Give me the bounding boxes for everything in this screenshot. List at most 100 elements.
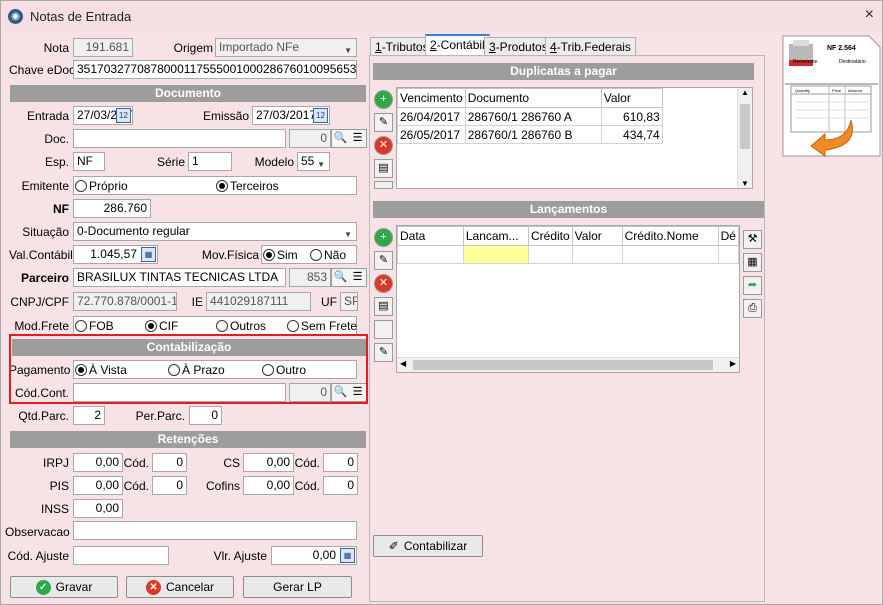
parceiro-field[interactable]: BRASILUX TINTAS TECNICAS LTDA bbox=[73, 268, 286, 287]
calculator-icon[interactable]: ▦ bbox=[340, 548, 355, 563]
nf-field[interactable]: 286.760 bbox=[73, 199, 151, 218]
gravar-button[interactable]: ✓ Gravar bbox=[10, 576, 118, 598]
calculator-icon[interactable]: ▦ bbox=[141, 247, 156, 262]
chave-edoc-field[interactable]: 3517032770878000117555001000286760100956… bbox=[73, 60, 357, 79]
col-documento[interactable]: Documento bbox=[464, 88, 602, 108]
edit-icon[interactable]: ✎ bbox=[374, 251, 393, 270]
cell[interactable] bbox=[527, 245, 573, 264]
horizontal-scrollbar[interactable]: ◀ ▶ bbox=[397, 357, 739, 372]
calendar-icon[interactable]: 12 bbox=[116, 108, 131, 123]
parceiro-search-button[interactable]: 🔍 ☰ bbox=[331, 268, 367, 287]
print-icon[interactable]: ⎙ bbox=[743, 299, 762, 318]
col-valor[interactable]: Valor bbox=[571, 226, 623, 246]
note-icon[interactable]: ✎ bbox=[374, 343, 393, 362]
form-icon[interactable] bbox=[374, 181, 393, 189]
close-icon[interactable]: × bbox=[865, 6, 874, 24]
modelo-value: 55 bbox=[301, 154, 315, 168]
blank-button[interactable] bbox=[374, 320, 393, 339]
ie-field[interactable]: 441029187111 bbox=[206, 292, 311, 311]
frete-cif-radio[interactable]: CIF bbox=[145, 319, 178, 333]
modelo-select[interactable]: 55 ▼ bbox=[297, 152, 330, 171]
table-row[interactable]: 26/05/2017 286760/1 286760 B 434,74 bbox=[397, 125, 663, 144]
frete-semfrete-radio[interactable]: Sem Frete bbox=[287, 319, 357, 333]
table-row[interactable]: 26/04/2017 286760/1 286760 A 610,83 bbox=[397, 107, 663, 126]
cs-cod-field[interactable]: 0 bbox=[323, 453, 358, 472]
modelo-label: Modelo bbox=[254, 155, 294, 169]
irpj-field[interactable]: 0,00 bbox=[73, 453, 123, 472]
cell[interactable] bbox=[397, 245, 464, 264]
scroll-up-icon[interactable]: ▲ bbox=[738, 88, 752, 97]
doc-field[interactable] bbox=[73, 129, 286, 148]
cell[interactable] bbox=[621, 245, 719, 264]
scroll-down-icon[interactable]: ▼ bbox=[738, 179, 752, 188]
serie-field[interactable]: 1 bbox=[188, 152, 232, 171]
chevron-down-icon: ▼ bbox=[344, 230, 352, 239]
tab-trib-federais[interactable]: 4-Trib.Federais bbox=[545, 37, 636, 56]
contabilizar-button[interactable]: ✐ Contabilizar bbox=[373, 535, 483, 557]
cofins-field[interactable]: 0,00 bbox=[243, 476, 294, 495]
uf-field[interactable]: SP bbox=[340, 292, 358, 311]
origem-select[interactable]: Importado NFe ▼ bbox=[215, 38, 357, 57]
emitente-proprio-radio[interactable]: Próprio bbox=[75, 179, 128, 193]
radio-label: Próprio bbox=[89, 179, 128, 193]
doc-search-button[interactable]: 🔍 ☰ bbox=[331, 129, 367, 148]
table-icon[interactable]: ▦ bbox=[743, 253, 762, 272]
grid-header-row: Vencimento Documento Valor bbox=[397, 88, 663, 108]
col-credito[interactable]: Crédito bbox=[527, 226, 573, 246]
gerar-lp-button[interactable]: Gerar LP bbox=[243, 576, 352, 598]
col-valor[interactable]: Valor bbox=[600, 88, 663, 108]
col-vencimento[interactable]: Vencimento bbox=[397, 88, 466, 108]
cell[interactable] bbox=[462, 245, 529, 264]
table-row[interactable] bbox=[397, 245, 739, 264]
perparc-field[interactable]: 0 bbox=[189, 406, 222, 425]
codajuste-field[interactable] bbox=[73, 546, 169, 565]
pis-field[interactable]: 0,00 bbox=[73, 476, 123, 495]
observacao-field[interactable] bbox=[73, 521, 357, 540]
esp-field[interactable]: NF bbox=[73, 152, 105, 171]
col-credito-nome[interactable]: Crédito.Nome bbox=[621, 226, 719, 246]
cs-field[interactable]: 0,00 bbox=[243, 453, 294, 472]
frete-fob-radio[interactable]: FOB bbox=[75, 319, 114, 333]
calendar-icon[interactable]: 12 bbox=[313, 108, 328, 123]
delete-icon[interactable]: ✕ bbox=[374, 136, 393, 155]
edit-icon[interactable]: ✎ bbox=[374, 113, 393, 132]
export-icon[interactable]: ➦ bbox=[743, 276, 762, 295]
add-icon[interactable]: + bbox=[374, 228, 393, 247]
qtdparc-field[interactable]: 2 bbox=[73, 406, 105, 425]
entrada-date-field[interactable]: 27/03/2017 12 bbox=[73, 106, 133, 125]
doc-code-field[interactable]: 0 bbox=[289, 129, 331, 148]
situacao-select[interactable]: 0-Documento regular ▼ bbox=[73, 222, 357, 241]
movfisica-sim-radio[interactable]: Sim bbox=[263, 248, 298, 262]
form-icon[interactable]: ▤ bbox=[374, 159, 393, 178]
scroll-thumb[interactable] bbox=[413, 360, 713, 370]
scroll-right-icon[interactable]: ▶ bbox=[730, 359, 736, 368]
parceiro-code-field[interactable]: 853 bbox=[289, 268, 331, 287]
valcontabil-field[interactable]: 1.045,57 ▦ bbox=[73, 245, 158, 264]
cell[interactable] bbox=[571, 245, 623, 264]
cofins-cod-field[interactable]: 0 bbox=[323, 476, 358, 495]
irpj-cod-field[interactable]: 0 bbox=[152, 453, 187, 472]
col-debito[interactable]: Dé bbox=[717, 226, 739, 246]
form-icon[interactable]: ▤ bbox=[374, 297, 393, 316]
add-icon[interactable]: + bbox=[374, 90, 393, 109]
movfisica-nao-radio[interactable]: Não bbox=[310, 248, 346, 262]
scroll-left-icon[interactable]: ◀ bbox=[400, 359, 406, 368]
nota-field[interactable]: 191.681 bbox=[73, 38, 133, 57]
emitente-terceiros-radio[interactable]: Terceiros bbox=[216, 179, 279, 193]
cell[interactable] bbox=[717, 245, 739, 264]
pis-cod-field[interactable]: 0 bbox=[152, 476, 187, 495]
col-lancam[interactable]: Lancam... bbox=[462, 226, 529, 246]
vertical-scrollbar[interactable]: ▲ ▼ bbox=[737, 88, 752, 188]
tab-contabil[interactable]: 2-Contábil bbox=[425, 34, 490, 56]
cnpj-field[interactable]: 72.770.878/0001-17 bbox=[73, 292, 177, 311]
scroll-thumb[interactable] bbox=[740, 104, 750, 149]
inss-field[interactable]: 0,00 bbox=[73, 499, 123, 518]
cancelar-button[interactable]: ✕ Cancelar bbox=[126, 576, 234, 598]
col-data[interactable]: Data bbox=[397, 226, 464, 246]
delete-icon[interactable]: ✕ bbox=[374, 274, 393, 293]
tools-icon[interactable]: ⚒ bbox=[743, 230, 762, 249]
frete-outros-radio[interactable]: Outros bbox=[216, 319, 266, 333]
tab-produtos[interactable]: 3-Produtos bbox=[484, 37, 553, 56]
emissao-date-field[interactable]: 27/03/2017 12 bbox=[252, 106, 330, 125]
vlrajuste-field[interactable]: 0,00 ▦ bbox=[271, 546, 357, 565]
